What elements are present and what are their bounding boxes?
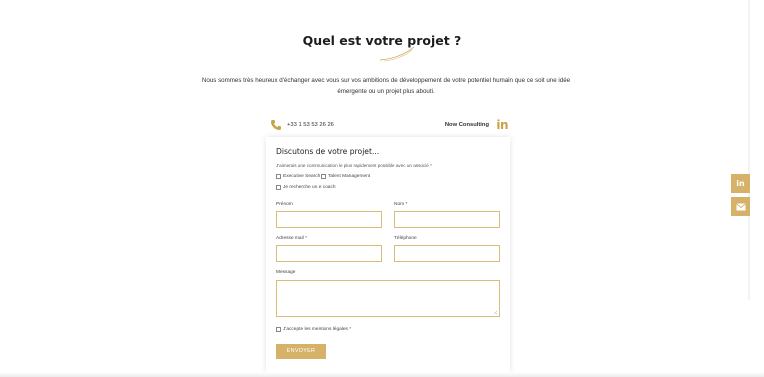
resize-handle-icon[interactable] [493, 310, 498, 315]
sidebar-mail-button[interactable] [731, 197, 750, 216]
message-textarea[interactable] [276, 280, 500, 317]
submit-button[interactable]: ENVOYER [276, 344, 326, 359]
checkbox[interactable] [321, 174, 326, 179]
phone-number[interactable]: +33 1 53 53 26 26 [287, 122, 334, 128]
option-executive-search[interactable]: Executive Search [276, 174, 320, 179]
checkbox[interactable] [276, 174, 281, 179]
intro-line-2: émergente ou un projet plus abouti. [337, 88, 435, 95]
contact-row: +33 1 53 53 26 26 Now Consulting in [270, 118, 510, 134]
phone-icon [271, 120, 281, 130]
option-coach[interactable]: Je recherche un e coach [276, 185, 336, 190]
form-subtitle: J'aimerais une communication le plus rap… [276, 163, 432, 168]
sidebar-linkedin-button[interactable]: in [731, 174, 750, 193]
message-label: Message [276, 270, 296, 275]
contact-form: Discutons de votre projet... J'aimerais … [266, 137, 510, 372]
form-heading: Discutons de votre projet... [276, 147, 380, 156]
lastname-label: Nom * [394, 202, 408, 207]
scrollbar[interactable] [748, 0, 750, 300]
lastname-input[interactable] [394, 211, 500, 228]
linkedin-icon[interactable]: in [496, 118, 508, 132]
title-flourish [379, 46, 415, 62]
checkbox[interactable] [276, 327, 281, 332]
phone-label: Téléphone [394, 236, 417, 241]
intro-text: Nous sommes très heureux d'échanger avec… [160, 75, 612, 97]
phone-input[interactable] [394, 245, 500, 262]
footer-shade [0, 372, 764, 377]
firstname-label: Prénom [276, 202, 293, 207]
email-label: Adresse mail * [276, 236, 307, 241]
mail-icon [735, 202, 746, 210]
option-talent-management[interactable]: Talent Management [321, 174, 370, 179]
company-name: Now Consulting [444, 122, 489, 128]
firstname-input[interactable] [276, 211, 382, 228]
linkedin-icon: in [736, 179, 745, 188]
checkbox[interactable] [276, 185, 281, 190]
email-input[interactable] [276, 245, 382, 262]
intro-line-1: Nous sommes très heureux d'échanger avec… [201, 77, 571, 84]
legal-consent[interactable]: J'accepte les mentions légales * [276, 327, 351, 332]
